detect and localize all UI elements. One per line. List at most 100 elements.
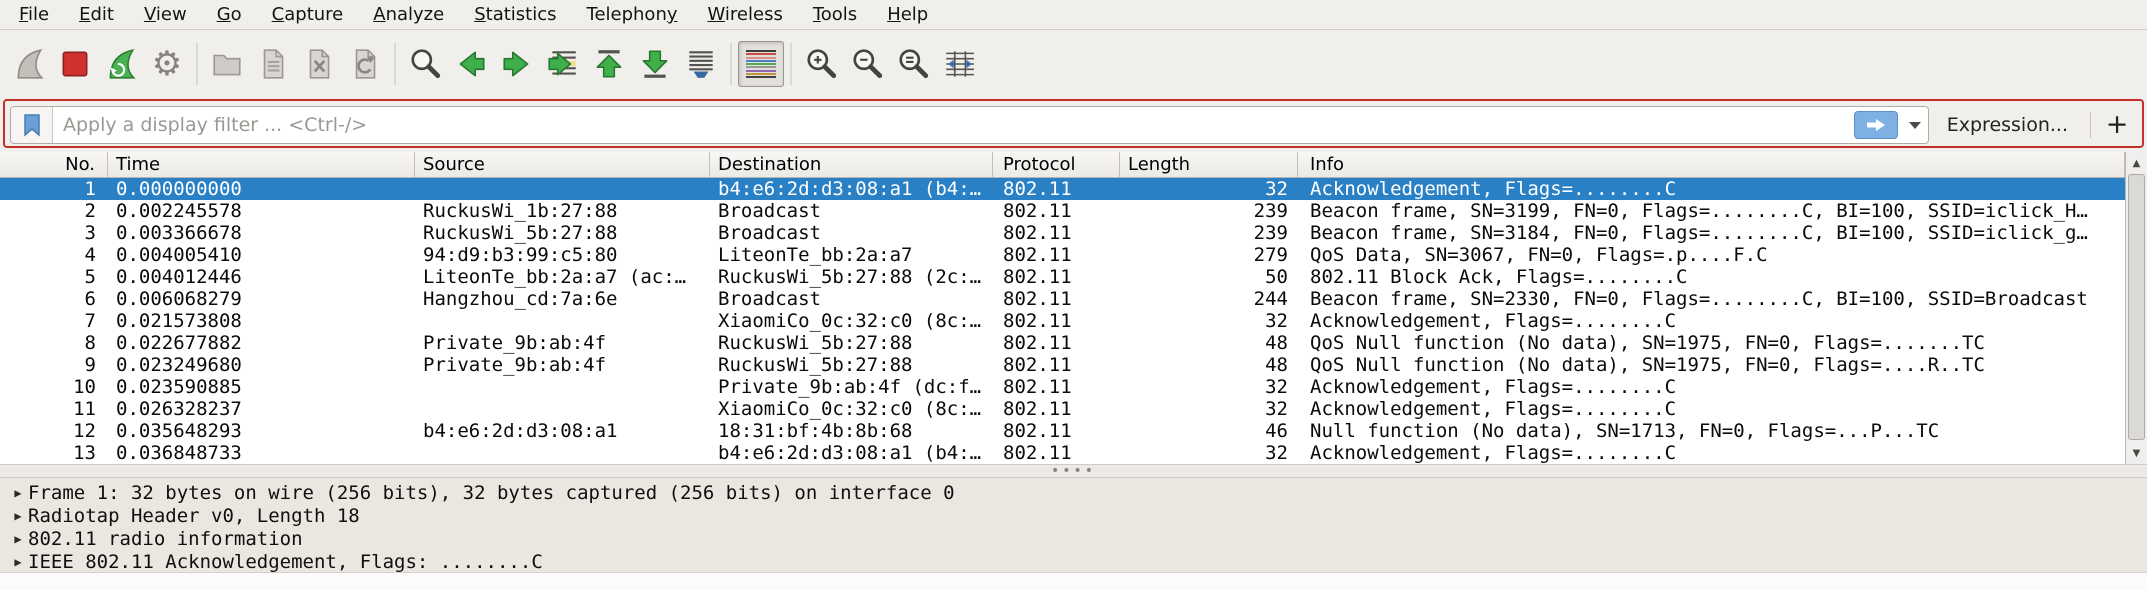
arrow-left-icon [454,47,488,81]
menu-telephony[interactable]: Telephony [572,0,693,29]
open-capture-button[interactable] [204,41,250,87]
cell-info: Beacon frame, SN=2330, FN=0, Flags=.....… [1298,288,2125,310]
scrollbar-thumb[interactable] [2128,174,2145,440]
cell-info: Acknowledgement, Flags=........C [1298,178,2125,200]
column-header-time[interactable]: Time [108,152,415,177]
go-last-packet-button[interactable] [632,41,678,87]
menu-statistics[interactable]: Statistics [459,0,571,29]
restart-capture-button[interactable] [98,41,144,87]
detail-tree-row[interactable]: ▶Frame 1: 32 bytes on wire (256 bits), 3… [0,482,2147,505]
zoom-reset-button[interactable] [890,41,936,87]
menu-capture[interactable]: Capture [257,0,359,29]
splitter-handle-icon: •••• [1051,466,1096,476]
zoom-in-button[interactable] [798,41,844,87]
menu-bar: FileEditViewGoCaptureAnalyzeStatisticsTe… [0,0,2147,30]
column-header-protocol[interactable]: Protocol [993,152,1120,177]
menu-tools[interactable]: Tools [798,0,872,29]
detail-tree-row[interactable]: ▶IEEE 802.11 Acknowledgement, Flags: ...… [0,551,2147,574]
pane-splitter[interactable]: •••• [0,464,2147,478]
expression-button[interactable]: Expression... [1929,114,2086,136]
go-forward-button[interactable] [494,41,540,87]
auto-scroll-button[interactable] [678,41,724,87]
go-back-button[interactable] [448,41,494,87]
packet-row[interactable]: 50.004012446LiteonTe_bb:2a:a7 (ac:…Rucku… [0,266,2125,288]
cell-protocol: 802.11 [993,420,1120,442]
save-capture-button[interactable] [250,41,296,87]
menu-file[interactable]: File [4,0,64,29]
add-filter-button[interactable]: + [2095,107,2139,143]
packet-row[interactable]: 110.026328237XiaomiCo_0c:32:c0 (8c:…802.… [0,398,2125,420]
zoom-out-icon [850,47,884,81]
packet-row[interactable]: 70.021573808XiaomiCo_0c:32:c0 (8c:…802.1… [0,310,2125,332]
menu-view[interactable]: View [129,0,202,29]
packet-list: 10.000000000b4:e6:2d:d3:08:a1 (b4:…802.1… [0,178,2125,464]
cell-info: QoS Data, SN=3067, FN=0, Flags=.p....F.C [1298,244,2125,266]
reload-capture-button[interactable] [342,41,388,87]
cell-source: 94:d9:b3:99:c5:80 [415,244,710,266]
packet-row[interactable]: 60.006068279Hangzhou_cd:7a:6eBroadcast80… [0,288,2125,310]
colorize-packets-button[interactable] [738,41,784,87]
cell-destination: Broadcast [710,288,993,310]
column-header-destination[interactable]: Destination [710,152,993,177]
packet-row[interactable]: 120.035648293b4:e6:2d:d3:08:a118:31:bf:4… [0,420,2125,442]
cell-destination: Broadcast [710,222,993,244]
filter-history-dropdown[interactable] [1902,111,1928,139]
packet-row[interactable]: 30.003366678RuckusWi_5b:27:88Broadcast80… [0,222,2125,244]
menu-help[interactable]: Help [872,0,943,29]
capture-options-button[interactable]: ⚙ [144,41,190,87]
cell-time: 0.026328237 [108,398,415,420]
filter-bookmark-button[interactable] [11,107,53,143]
cell-length: 32 [1120,442,1298,464]
cell-no: 8 [0,332,108,354]
find-packet-button[interactable] [402,41,448,87]
go-first-packet-button[interactable] [586,41,632,87]
resize-columns-button[interactable] [936,41,982,87]
expand-arrow-icon[interactable]: ▶ [8,551,28,574]
detail-tree-row[interactable]: ▶Radiotap Header v0, Length 18 [0,505,2147,528]
packet-row[interactable]: 40.00400541094:d9:b3:99:c5:80LiteonTe_bb… [0,244,2125,266]
packet-list-scrollbar[interactable]: ▲ ▼ [2125,152,2147,464]
expand-arrow-icon[interactable]: ▶ [8,482,28,505]
packet-row[interactable]: 80.022677882Private_9b:ab:4fRuckusWi_5b:… [0,332,2125,354]
filter-separator [2090,112,2091,138]
cell-time: 0.022677882 [108,332,415,354]
toolbar-separator [730,43,732,85]
cell-no: 1 [0,178,108,200]
menu-analyze[interactable]: Analyze [358,0,459,29]
cell-length: 279 [1120,244,1298,266]
cell-time: 0.023249680 [108,354,415,376]
stop-capture-button[interactable] [52,41,98,87]
scroll-up-arrow-icon[interactable]: ▲ [2126,153,2147,173]
column-header-length[interactable]: Length [1120,152,1298,177]
cell-protocol: 802.11 [993,266,1120,288]
display-filter-input[interactable] [53,107,1854,143]
scroll-down-arrow-icon[interactable]: ▼ [2126,443,2147,463]
packet-row[interactable]: 130.036848733b4:e6:2d:d3:08:a1 (b4:…802.… [0,442,2125,464]
apply-filter-button[interactable] [1854,111,1898,139]
column-header-no[interactable]: No. [0,152,108,177]
cell-source: LiteonTe_bb:2a:a7 (ac:… [415,266,710,288]
go-to-packet-button[interactable] [540,41,586,87]
packet-row[interactable]: 10.000000000b4:e6:2d:d3:08:a1 (b4:…802.1… [0,178,2125,200]
cell-no: 4 [0,244,108,266]
menu-go[interactable]: Go [202,0,257,29]
packet-row[interactable]: 20.002245578RuckusWi_1b:27:88Broadcast80… [0,200,2125,222]
folder-icon [210,47,244,81]
column-header-source[interactable]: Source [415,152,710,177]
menu-wireless[interactable]: Wireless [693,0,798,29]
start-capture-button[interactable] [6,41,52,87]
zoom-out-button[interactable] [844,41,890,87]
packet-row[interactable]: 100.023590885Private_9b:ab:4f (dc:f…802.… [0,376,2125,398]
detail-text: 802.11 radio information [28,528,303,551]
expand-arrow-icon[interactable]: ▶ [8,505,28,528]
cell-length: 32 [1120,376,1298,398]
arrow-right-icon [500,47,534,81]
cell-no: 7 [0,310,108,332]
column-header-info[interactable]: Info [1298,152,2125,177]
cell-time: 0.003366678 [108,222,415,244]
packet-row[interactable]: 90.023249680Private_9b:ab:4fRuckusWi_5b:… [0,354,2125,376]
close-capture-button[interactable] [296,41,342,87]
menu-edit[interactable]: Edit [64,0,129,29]
detail-tree-row[interactable]: ▶802.11 radio information [0,528,2147,551]
expand-arrow-icon[interactable]: ▶ [8,528,28,551]
